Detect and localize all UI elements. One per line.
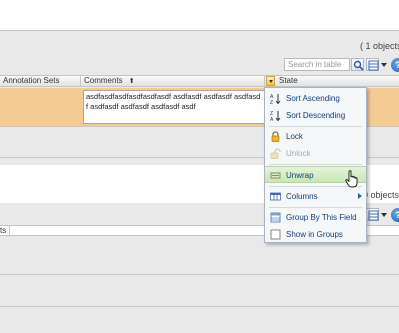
comments-editor[interactable]: asdfasdfasdfasdfasdfasdf asdfasdf asdfas… bbox=[83, 90, 265, 124]
column-header-label: State bbox=[279, 76, 298, 85]
search-button[interactable] bbox=[351, 58, 364, 71]
dropdown-arrow-icon[interactable] bbox=[381, 63, 387, 67]
menu-item-label: Unlock bbox=[286, 149, 311, 158]
divider bbox=[0, 306, 399, 307]
sort-indicator-icon: ⬆ bbox=[128, 78, 135, 85]
help-icon[interactable]: ? bbox=[391, 208, 399, 222]
column-header-label: Comments bbox=[84, 76, 123, 85]
sort-ascending-icon: A Z bbox=[270, 94, 281, 104]
column-menu-button[interactable] bbox=[266, 76, 275, 86]
table-icon bbox=[368, 60, 379, 71]
svg-text:A: A bbox=[270, 117, 274, 121]
menu-item-show-in-groups[interactable]: Show in Groups bbox=[265, 226, 366, 243]
table-icon bbox=[368, 210, 379, 221]
export-button-bottom[interactable] bbox=[366, 208, 379, 221]
menu-item-lock[interactable]: Lock bbox=[265, 128, 366, 145]
dropdown-arrow-icon[interactable] bbox=[381, 213, 387, 217]
menu-item-unlock[interactable]: Unlock bbox=[265, 145, 366, 162]
column-header-state[interactable]: State bbox=[276, 76, 399, 86]
divider bbox=[0, 30, 399, 31]
sort-descending-icon: Z A bbox=[270, 111, 281, 121]
group-icon bbox=[270, 212, 281, 223]
export-button[interactable] bbox=[366, 58, 379, 71]
lock-icon bbox=[271, 131, 280, 142]
menu-item-columns[interactable]: Columns bbox=[265, 188, 366, 205]
hand-cursor-icon bbox=[345, 170, 358, 188]
menu-item-group-by-field[interactable]: Group By This Field bbox=[265, 209, 366, 226]
menu-item-label: Columns bbox=[286, 192, 318, 201]
column-header-annotation-sets[interactable]: Annotation Sets bbox=[0, 76, 81, 86]
svg-text:Z: Z bbox=[270, 100, 273, 104]
unlock-icon bbox=[270, 148, 281, 159]
columns-icon bbox=[270, 192, 281, 201]
column-context-menu: A Z Sort Ascending Z A Sort Descending L… bbox=[264, 87, 367, 243]
checkbox-icon bbox=[270, 229, 281, 240]
menu-separator bbox=[269, 164, 362, 165]
column-header-label: Annotation Sets bbox=[3, 76, 60, 85]
column-header-comments[interactable]: Comments ⬆ bbox=[81, 76, 265, 86]
help-icon[interactable]: ? bbox=[391, 58, 399, 72]
top-panel-header bbox=[0, 0, 399, 30]
menu-item-label: Sort Descending bbox=[286, 111, 346, 120]
objects-count: ( 1 objects bbox=[360, 41, 399, 51]
menu-separator bbox=[269, 126, 362, 127]
submenu-arrow-icon bbox=[358, 193, 362, 199]
menu-item-label: Lock bbox=[286, 132, 303, 141]
menu-item-sort-ascending[interactable]: A Z Sort Ascending bbox=[265, 90, 366, 107]
menu-item-label: Group By This Field bbox=[286, 213, 357, 222]
menu-item-label: Show in Groups bbox=[286, 230, 343, 239]
menu-separator bbox=[269, 207, 362, 208]
menu-item-label: Unwrap bbox=[286, 171, 314, 180]
divider bbox=[0, 274, 399, 275]
search-icon bbox=[353, 60, 364, 71]
objects-count-bottom: 0 objects bbox=[363, 190, 399, 200]
search-input[interactable]: Search in table bbox=[284, 58, 350, 71]
grid-header: Annotation Sets Comments ⬆ State bbox=[0, 75, 399, 87]
menu-item-sort-descending[interactable]: Z A Sort Descending bbox=[265, 107, 366, 124]
menu-item-label: Sort Ascending bbox=[286, 94, 340, 103]
column-header-partial[interactable]: ts bbox=[0, 226, 10, 236]
unwrap-icon bbox=[270, 172, 281, 179]
